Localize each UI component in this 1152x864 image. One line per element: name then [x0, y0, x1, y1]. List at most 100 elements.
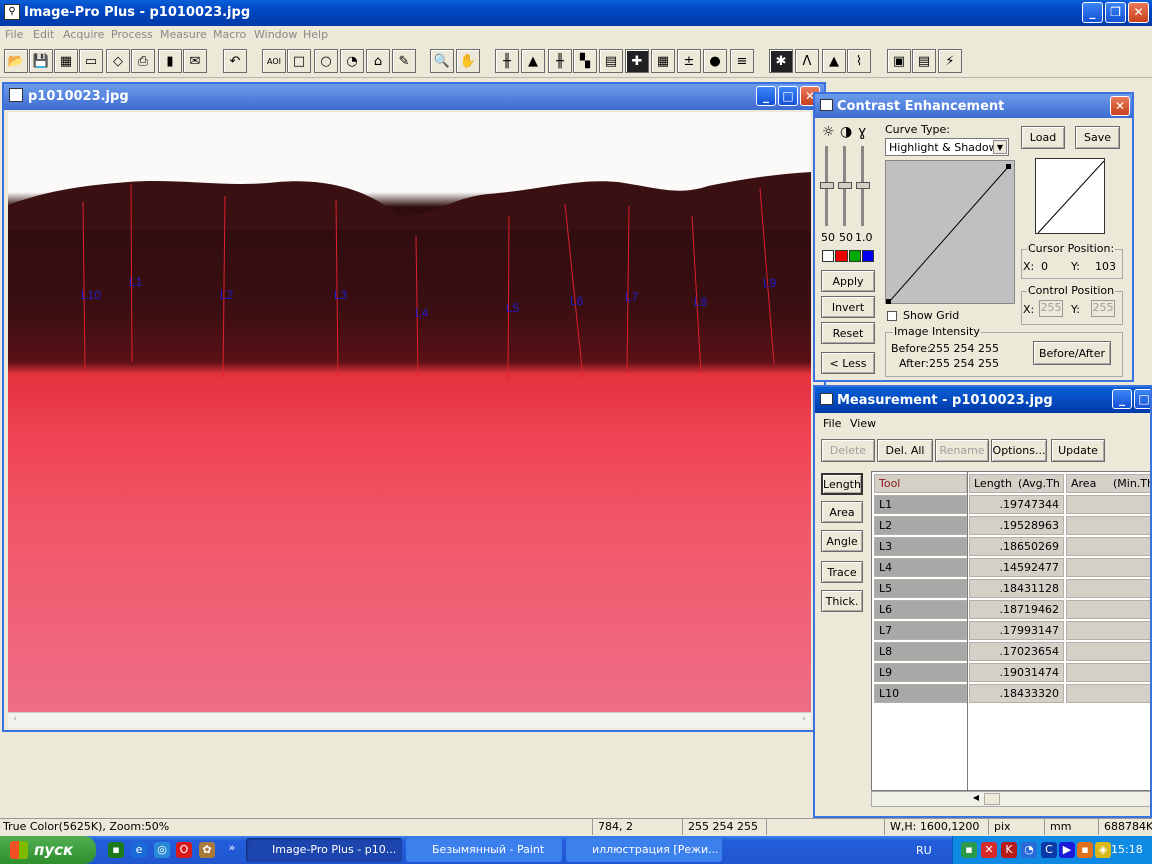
chevron-down-icon[interactable]: ▼: [993, 140, 1007, 154]
close-button[interactable]: ✕: [1128, 2, 1149, 23]
scroll-thumb[interactable]: [984, 793, 1000, 805]
menu-acquire[interactable]: Acquire: [63, 28, 104, 41]
cell-area[interactable]: [1066, 558, 1150, 577]
pencil-icon[interactable]: ✎: [392, 49, 416, 73]
scroll-left-icon[interactable]: ‹: [8, 714, 22, 727]
hand-icon[interactable]: ✋: [456, 49, 480, 73]
equalize-icon[interactable]: ╫: [548, 49, 572, 73]
show-grid-checkbox[interactable]: [887, 311, 897, 321]
tool-angle-button[interactable]: Angle: [821, 530, 863, 552]
image-hscrollbar[interactable]: ‹ ›: [8, 712, 811, 728]
eraser-icon[interactable]: ◇: [106, 49, 130, 73]
gamma-thumb[interactable]: [856, 182, 870, 189]
cell-length[interactable]: .18431128: [969, 579, 1064, 598]
tray-icon[interactable]: ✕: [981, 842, 997, 858]
histogram-icon[interactable]: ▲: [521, 49, 545, 73]
cell-length[interactable]: .17023654: [969, 642, 1064, 661]
control-x-field[interactable]: 255: [1039, 300, 1063, 317]
line-l5[interactable]: [507, 215, 510, 383]
menu-file[interactable]: File: [5, 28, 23, 41]
quicklaunch-desktop-icon[interactable]: ▪: [108, 842, 124, 858]
less-button[interactable]: < Less: [821, 352, 875, 374]
mail-icon[interactable]: ✉: [183, 49, 207, 73]
update-button[interactable]: Update: [1051, 439, 1105, 462]
reset-button[interactable]: Reset: [821, 322, 875, 344]
script-icon[interactable]: ▤: [912, 49, 936, 73]
cell-area[interactable]: [1066, 600, 1150, 619]
column-header-tool[interactable]: Tool: [874, 474, 967, 493]
camera-icon[interactable]: ▭: [79, 49, 103, 73]
palette-icon[interactable]: ≡: [730, 49, 754, 73]
tool-area-button[interactable]: Area: [821, 501, 863, 523]
control-y-field[interactable]: 255: [1091, 300, 1115, 317]
save-button[interactable]: Save: [1075, 126, 1120, 149]
measurement-menu-view[interactable]: View: [850, 417, 876, 430]
cell-tool[interactable]: L2: [874, 516, 967, 535]
image-minimize-button[interactable]: _: [756, 86, 776, 106]
color-icon[interactable]: ●: [703, 49, 727, 73]
menu-process[interactable]: Process: [111, 28, 153, 41]
cell-area[interactable]: [1066, 621, 1150, 640]
tray-icon[interactable]: C: [1041, 842, 1057, 858]
cell-length[interactable]: .18650269: [969, 537, 1064, 556]
rectangle-icon[interactable]: □: [287, 49, 311, 73]
apply-button[interactable]: Apply: [821, 270, 875, 292]
opera-icon[interactable]: O: [176, 842, 192, 858]
media-player-icon[interactable]: ▶: [1059, 842, 1075, 858]
curve-type-select[interactable]: Highlight & Shadow ▼: [885, 138, 1009, 156]
tray-icon[interactable]: ◈: [1095, 842, 1111, 858]
measurement-menu-file[interactable]: File: [823, 417, 841, 430]
image-maximize-button[interactable]: □: [778, 86, 798, 106]
options-button[interactable]: Options...: [991, 439, 1047, 462]
line-l10[interactable]: [82, 201, 86, 371]
task-word[interactable]: иллюстрация [Режи...: [566, 838, 722, 862]
sliders-icon[interactable]: ╫: [495, 49, 519, 73]
open-icon[interactable]: 📂: [4, 49, 28, 73]
line-profile-icon[interactable]: ▲: [822, 49, 846, 73]
cell-tool[interactable]: L9: [874, 663, 967, 682]
invert-button[interactable]: Invert: [821, 296, 875, 318]
cell-tool[interactable]: L7: [874, 621, 967, 640]
cell-area[interactable]: [1066, 516, 1150, 535]
ellipse-icon[interactable]: ○: [314, 49, 338, 73]
brightness-thumb[interactable]: [820, 182, 834, 189]
filter-icon[interactable]: ▦: [651, 49, 675, 73]
irregular-icon[interactable]: ◔: [340, 49, 364, 73]
tool-trace-button[interactable]: Trace: [821, 561, 863, 583]
crosshair-icon[interactable]: ✚: [625, 49, 649, 73]
cell-area[interactable]: [1066, 663, 1150, 682]
count-icon[interactable]: ✱: [769, 49, 793, 73]
menu-macro[interactable]: Macro: [213, 28, 246, 41]
measure-icon[interactable]: Λ: [795, 49, 819, 73]
cell-length[interactable]: .19031474: [969, 663, 1064, 682]
measurement-overlay[interactable]: L10 L1 L2 L3 L4 L5 L6 L7 L8 L9: [8, 112, 811, 712]
cell-tool[interactable]: L1: [874, 495, 967, 514]
cell-length[interactable]: .18719462: [969, 600, 1064, 619]
delete-button[interactable]: Delete: [821, 439, 875, 462]
chart-icon[interactable]: ⌇: [847, 49, 871, 73]
cell-tool[interactable]: L4: [874, 558, 967, 577]
line-l2[interactable]: [222, 195, 226, 378]
menu-measure[interactable]: Measure: [160, 28, 207, 41]
color-balance-icon[interactable]: ▚: [573, 49, 597, 73]
curve-graph[interactable]: [885, 160, 1015, 304]
cell-length[interactable]: .17993147: [969, 621, 1064, 640]
bolt-icon[interactable]: ⚡: [938, 49, 962, 73]
task-image-pro[interactable]: Image-Pro Plus - p10...: [246, 838, 402, 862]
cell-length[interactable]: .19528963: [969, 516, 1064, 535]
cell-area[interactable]: [1066, 495, 1150, 514]
cell-area[interactable]: [1066, 537, 1150, 556]
macro-icon[interactable]: ▣: [887, 49, 911, 73]
cell-tool[interactable]: L10: [874, 684, 967, 703]
tool-length-button[interactable]: Length: [821, 473, 863, 495]
tray-icon[interactable]: ▪: [961, 842, 977, 858]
restore-button[interactable]: ❐: [1105, 2, 1126, 23]
line-l6[interactable]: [564, 203, 584, 379]
kaspersky-icon[interactable]: K: [1001, 842, 1017, 858]
menu-help[interactable]: Help: [303, 28, 328, 41]
book-icon[interactable]: ▮: [158, 49, 182, 73]
scroll-left-icon[interactable]: ◀: [970, 793, 982, 805]
cell-area[interactable]: [1066, 579, 1150, 598]
tray-icon[interactable]: ◔: [1021, 842, 1037, 858]
zoom-icon[interactable]: 🔍: [430, 49, 454, 73]
